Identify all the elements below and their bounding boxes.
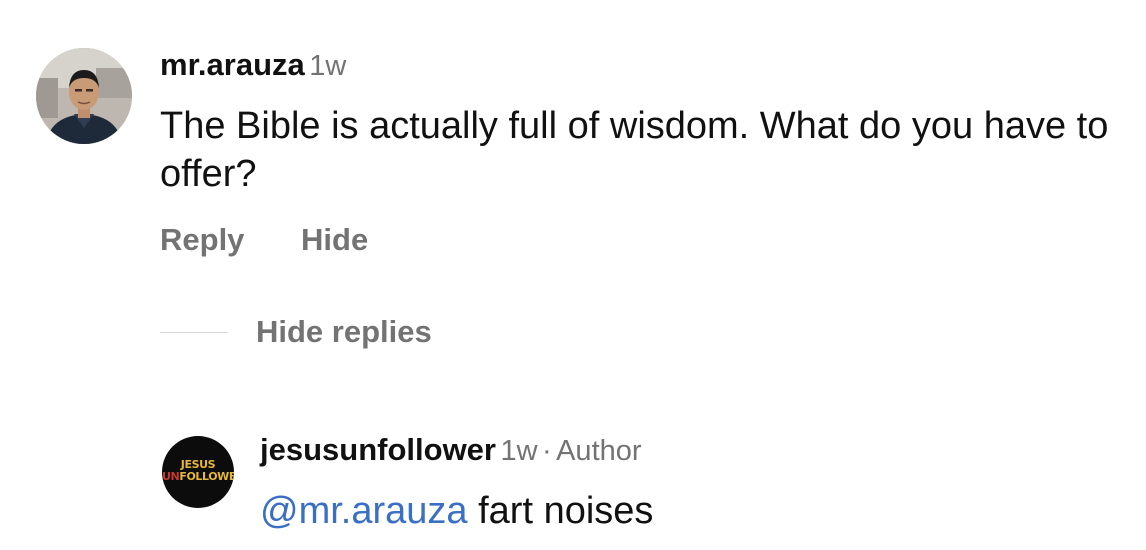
comment-username[interactable]: mr.arauza	[160, 47, 305, 82]
reply-username[interactable]: jesusunfollower	[260, 432, 496, 467]
comment-header: mr.arauza 1w	[160, 47, 346, 83]
jesusunfollower-avatar[interactable]: JESUS UNFOLLOWER	[162, 436, 234, 508]
hide-button[interactable]: Hide	[301, 222, 368, 257]
comment-text: The Bible is actually full of wisdom. Wh…	[160, 105, 1109, 195]
hide-replies-toggle[interactable]: Hide replies	[160, 314, 432, 350]
reply-time: 1w	[500, 435, 538, 467]
reply-body: fart noises	[478, 490, 654, 532]
reply-header: jesusunfollower 1w · Author	[260, 432, 642, 468]
reply-button[interactable]: Reply	[160, 222, 244, 257]
reply-text: @mr.arauza fart noises	[260, 487, 653, 535]
avatar-logo-line2-prefix: UN	[162, 470, 180, 483]
replies-divider	[160, 331, 228, 333]
profile-photo-icon	[36, 48, 132, 144]
avatar-logo-line2-rest: FOLLOWER	[179, 470, 234, 483]
mr-arauza-avatar[interactable]	[36, 48, 132, 144]
comment-actions: Reply Hide	[160, 222, 368, 258]
hide-replies-button[interactable]: Hide replies	[256, 314, 432, 350]
avatar-logo-line2: UNFOLLOWER	[162, 471, 234, 483]
reply-separator: ·	[541, 435, 552, 467]
mention-link[interactable]: @mr.arauza	[260, 490, 468, 532]
author-badge: Author	[556, 435, 642, 467]
comment-time: 1w	[309, 50, 347, 82]
